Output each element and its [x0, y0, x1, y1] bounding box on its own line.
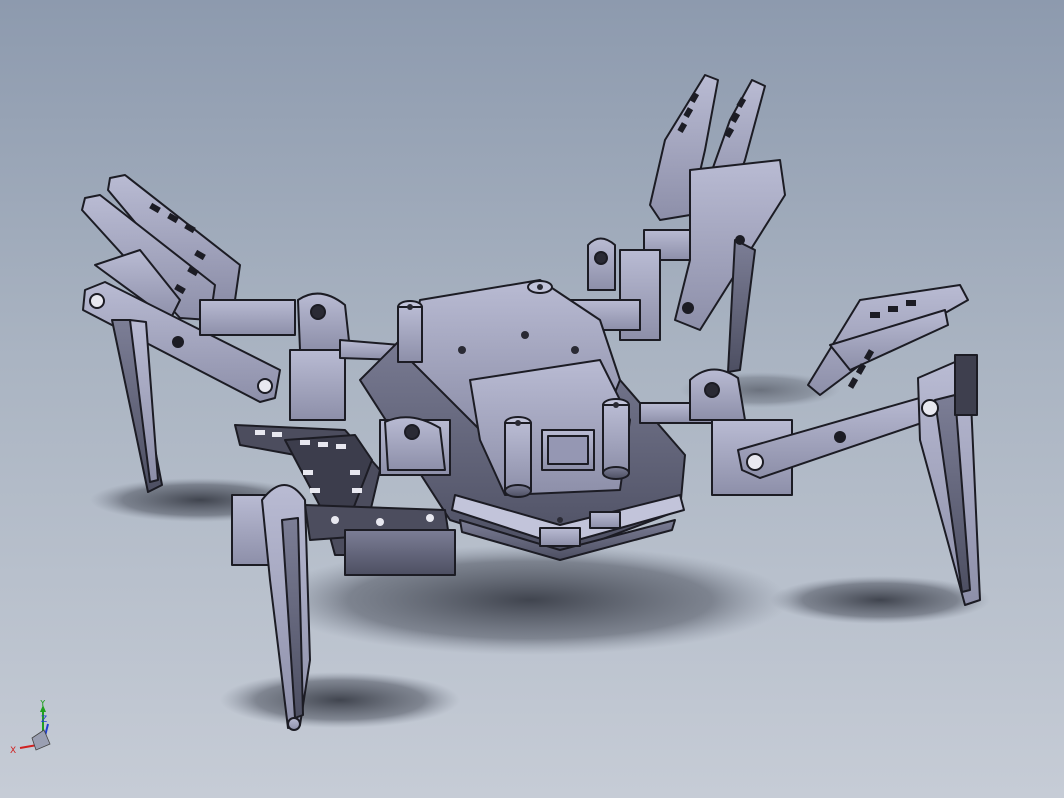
model-view[interactable]	[0, 0, 1064, 798]
graphics-viewport[interactable]: Y X Z	[0, 0, 1064, 798]
triad-cube-icon	[31, 729, 51, 751]
y-axis-label: Y	[39, 700, 46, 709]
view-orientation-triad[interactable]: Y X Z	[10, 700, 58, 758]
z-axis-label: Z	[41, 715, 47, 725]
x-axis-label: X	[10, 746, 16, 756]
